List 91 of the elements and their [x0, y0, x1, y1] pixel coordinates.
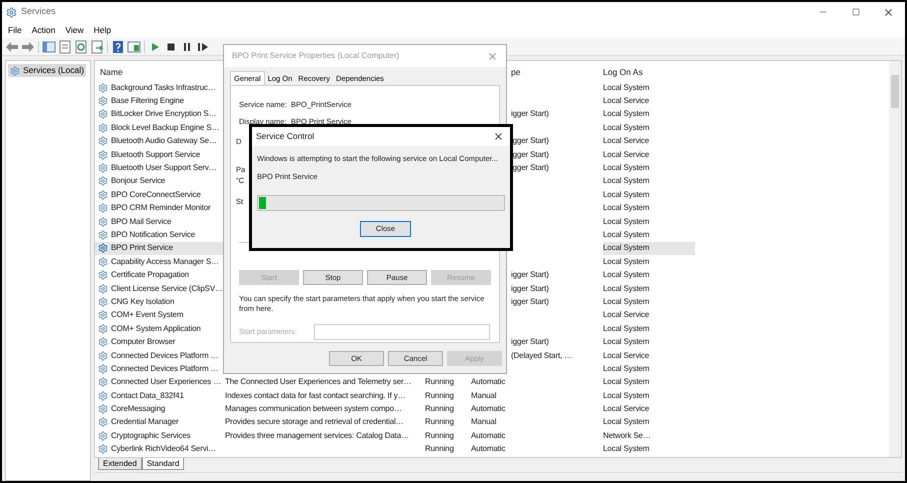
table-cell[interactable]: BitLocker Drive Encryption S…	[111, 108, 225, 120]
table-cell-text: Local Service	[603, 148, 650, 161]
table-cell: Automatic	[471, 444, 506, 454]
table-cell-text: Local System	[603, 82, 650, 94]
table-cell-text: Local System	[603, 228, 650, 241]
table-cell[interactable]: Bluetooth User Support Serv…	[111, 162, 225, 174]
table-cell: Local System	[603, 242, 695, 256]
table-cell-text: Local Service	[603, 403, 650, 416]
column-header[interactable]: Log On As	[603, 67, 643, 78]
table-cell[interactable]: Block Level Backup Engine S…	[111, 122, 225, 134]
table-cell[interactable]: Contact Data_832f41	[111, 390, 225, 402]
table-cell-text: Local System	[603, 390, 650, 402]
table-cell[interactable]: COM+ System Application	[111, 322, 225, 335]
column-header[interactable]: Name	[100, 67, 123, 78]
table-cell[interactable]: Cryptographic Services	[111, 430, 225, 442]
table-cell[interactable]: Cyberlink RichVideo64 Servi…	[111, 443, 225, 456]
table-cell: Provides secure storage and retrieval of credential…	[225, 417, 404, 426]
table-cell: Manages communication between system compo…	[225, 404, 402, 414]
table-cell[interactable]: Bluetooth Audio Gateway Se…	[111, 135, 225, 148]
table-cell: The Connected User Experiences and Telemetry ser…	[225, 377, 412, 386]
table-cell-text: Local System	[603, 443, 650, 456]
table-cell: (Delayed Start, …	[511, 350, 572, 360]
table-cell[interactable]: Connected Devices Platform …	[111, 362, 225, 375]
table-cell-text: Local System	[603, 336, 650, 348]
table-cell: igger Start)	[511, 284, 549, 293]
table-cell-text: Local System	[603, 416, 650, 428]
table-cell-text: Local System	[603, 269, 650, 282]
table-cell-text: Local System	[603, 362, 650, 375]
table-cell: Provides three management services: Catalog Data…	[225, 430, 409, 440]
table-cell[interactable]: Background Tasks Infrastruc…	[111, 82, 225, 94]
window-title: Services	[21, 5, 56, 18]
table-cell[interactable]: BPO Mail Service	[111, 216, 225, 228]
table-cell: Automatic	[471, 377, 506, 386]
table-cell-text: Local System	[603, 175, 650, 188]
table-cell: Running	[425, 430, 454, 440]
table-cell[interactable]: Connected Devices Platform …	[111, 350, 225, 362]
table-cell[interactable]: Certificate Propagation	[111, 269, 225, 282]
table-cell: Automatic	[471, 404, 506, 414]
table-cell-text: Local System	[603, 122, 650, 134]
table-cell: igger Start)	[511, 109, 549, 118]
table-cell-text: Local Service	[603, 309, 650, 322]
table-cell[interactable]: Bluetooth Support Service	[111, 148, 225, 161]
table-cell[interactable]: BPO CoreConnectService	[111, 188, 225, 201]
menu-item[interactable]: Action	[32, 24, 56, 36]
table-cell-text: Local System	[603, 376, 650, 388]
table-cell-text: Local System	[603, 188, 650, 201]
view-tab[interactable]: Standard	[142, 458, 184, 470]
table-cell-text: Local System	[603, 202, 650, 214]
table-cell: Manual	[471, 390, 496, 400]
table-cell-text: Network Se…	[603, 430, 652, 442]
table-cell[interactable]: Client License Service (ClipSV…	[111, 282, 225, 295]
table-cell-text: Local Service	[603, 135, 650, 148]
table-cell[interactable]: Capability Access Manager S…	[111, 256, 225, 268]
menu-item[interactable]: View	[65, 24, 84, 36]
table-cell: Running	[425, 417, 454, 426]
table-cell: Manual	[471, 417, 496, 426]
dialog-title: BPO Print Service Properties (Local Computer)	[232, 50, 400, 62]
table-cell: Running	[425, 377, 454, 386]
table-cell-text: Local Service	[603, 95, 650, 108]
table-cell-text: Local System	[603, 108, 650, 120]
tree-item[interactable]: Services (Local)	[8, 64, 86, 77]
table-cell-text: Local System	[603, 282, 650, 295]
table-cell[interactable]: Computer Browser	[111, 336, 225, 348]
table-cell-text: Local System	[603, 322, 650, 335]
table-cell: igger Start)	[511, 337, 549, 346]
table-cell[interactable]: Base Filtering Engine	[111, 95, 225, 108]
table-cell[interactable]: Connected User Experiences …	[111, 376, 225, 388]
table-cell: Running	[425, 390, 454, 400]
column-header[interactable]: pe	[511, 67, 520, 78]
table-cell-text: Local System	[603, 216, 650, 228]
table-cell[interactable]: BPO Notification Service	[111, 228, 225, 241]
menu-item[interactable]: Help	[94, 24, 112, 36]
table-cell: Automatic	[471, 430, 506, 440]
table-cell: Indexes contact data for fast contact searching. If y…	[225, 390, 406, 400]
table-cell[interactable]: Credential Manager	[111, 416, 225, 428]
table-cell[interactable]: COM+ Event System	[111, 309, 225, 322]
dialog-title: Service Control	[256, 130, 314, 143]
table-cell-text: Local System	[603, 256, 650, 268]
table-cell-text: Local Service	[603, 350, 650, 362]
table-cell[interactable]: CNG Key Isolation	[111, 296, 225, 308]
table-cell: Running	[425, 444, 454, 454]
table-cell-text: Local System	[603, 162, 650, 174]
table-cell[interactable]: Bonjour Service	[111, 175, 225, 188]
table-cell: Running	[425, 404, 454, 414]
table-cell-text: Local System	[603, 296, 650, 308]
view-tab[interactable]: Extended	[98, 458, 142, 470]
table-cell[interactable]: BPO CRM Reminder Monitor	[111, 202, 225, 214]
menu-item[interactable]: File	[8, 24, 22, 36]
table-cell[interactable]: CoreMessaging	[111, 403, 225, 416]
table-cell: igger Start)	[511, 296, 549, 306]
table-cell: igger Start)	[511, 270, 549, 280]
